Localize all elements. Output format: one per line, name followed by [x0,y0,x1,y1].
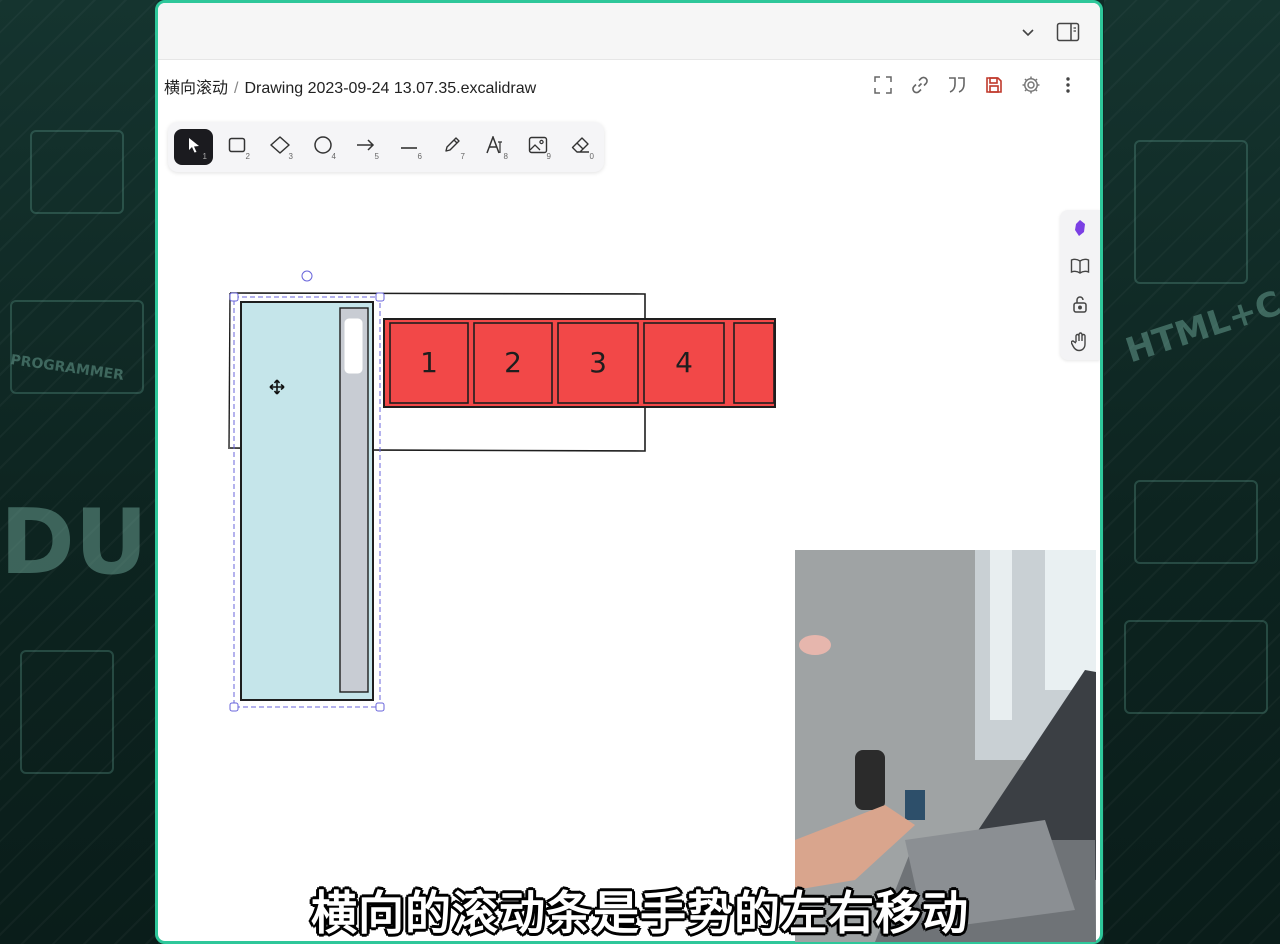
deco-panel [1134,140,1248,284]
tool-key: 3 [288,152,293,161]
tool-key: 5 [374,152,379,161]
hand-icon[interactable] [1068,330,1092,354]
deco-panel [1124,620,1268,714]
tool-key: 2 [245,152,250,161]
arrow-icon [356,138,376,157]
breadcrumb-separator: / [234,80,239,97]
selection-handle [375,702,385,712]
quote-icon[interactable] [944,72,969,97]
tool-text[interactable]: 8 [475,129,514,165]
tool-key: 7 [460,152,465,161]
view-header: 横向滚动 / Drawing 2023-09-24 13.07.35.excalid… [158,60,1100,110]
settings-icon[interactable] [1018,72,1043,97]
lock-icon[interactable] [1068,292,1092,316]
text-icon [485,134,505,159]
line-icon [400,138,418,156]
tool-key: 0 [589,152,594,161]
tool-selection[interactable]: 1 [174,129,213,165]
scrollbar-thumb [344,318,363,374]
save-icon[interactable] [981,72,1006,97]
tool-key: 8 [503,152,508,161]
video-subtitle: 横向的滚动条是手势的左右移动 [311,886,969,940]
diamond-icon [269,135,290,159]
header-actions [870,72,1080,97]
more-icon[interactable] [1055,72,1080,97]
deco-panel [10,300,144,394]
tool-pencil[interactable]: 7 [432,129,471,165]
chevron-down-icon[interactable] [1015,19,1041,45]
ellipse-icon [313,135,333,160]
deco-panel [1134,480,1258,564]
red-box-5 [733,322,775,404]
rectangle-icon [228,137,246,158]
box-label-3: 3 [589,346,607,379]
tool-image[interactable]: 9 [518,129,557,165]
breadcrumb-folder[interactable]: 横向滚动 [164,80,228,97]
tool-key: 1 [202,152,207,161]
tool-eraser[interactable]: 0 [561,129,600,165]
tab-bar [158,3,1100,60]
link-icon[interactable] [907,72,932,97]
box-label-2: 2 [504,346,522,379]
breadcrumb: 横向滚动 / Drawing 2023-09-24 13.07.35.excalid… [164,74,536,98]
deco-text: DU [0,490,148,595]
selection-handle [375,292,385,302]
tool-key: 4 [331,152,336,161]
eraser-icon [571,136,591,159]
breadcrumb-file[interactable]: Drawing 2023-09-24 13.07.35.excalidraw [244,80,536,97]
rotation-handle [301,270,313,282]
excalidraw-toolbar: 1 2 3 4 5 6 7 8 9 0 [168,122,604,172]
deco-panel [20,650,114,774]
tool-line[interactable]: 6 [389,129,428,165]
tool-ellipse[interactable]: 4 [303,129,342,165]
pencil-icon [443,136,461,159]
deco-text: HTML+CSS [1120,268,1280,372]
outer-frame-rect-left [228,292,231,450]
tool-diamond[interactable]: 3 [260,129,299,165]
deco-panel [30,130,124,214]
background-right: HTML+CSS [1104,0,1280,944]
book-icon[interactable] [1068,254,1092,278]
selection-handle [229,702,239,712]
background-left: PROGRAMMER DU [0,0,158,944]
tool-key: 9 [546,152,551,161]
selection-handle [229,292,239,302]
obsidian-icon[interactable] [1068,216,1092,240]
tool-key: 6 [417,152,422,161]
box-label-4: 4 [675,346,693,379]
sidebar-toggle-icon[interactable] [1055,19,1081,45]
right-side-panel [1060,210,1100,360]
tool-rectangle[interactable]: 2 [217,129,256,165]
selection-icon [187,137,201,158]
fullscreen-icon[interactable] [870,72,895,97]
tool-arrow[interactable]: 5 [346,129,385,165]
box-label-1: 1 [420,346,438,379]
image-icon [528,136,548,159]
